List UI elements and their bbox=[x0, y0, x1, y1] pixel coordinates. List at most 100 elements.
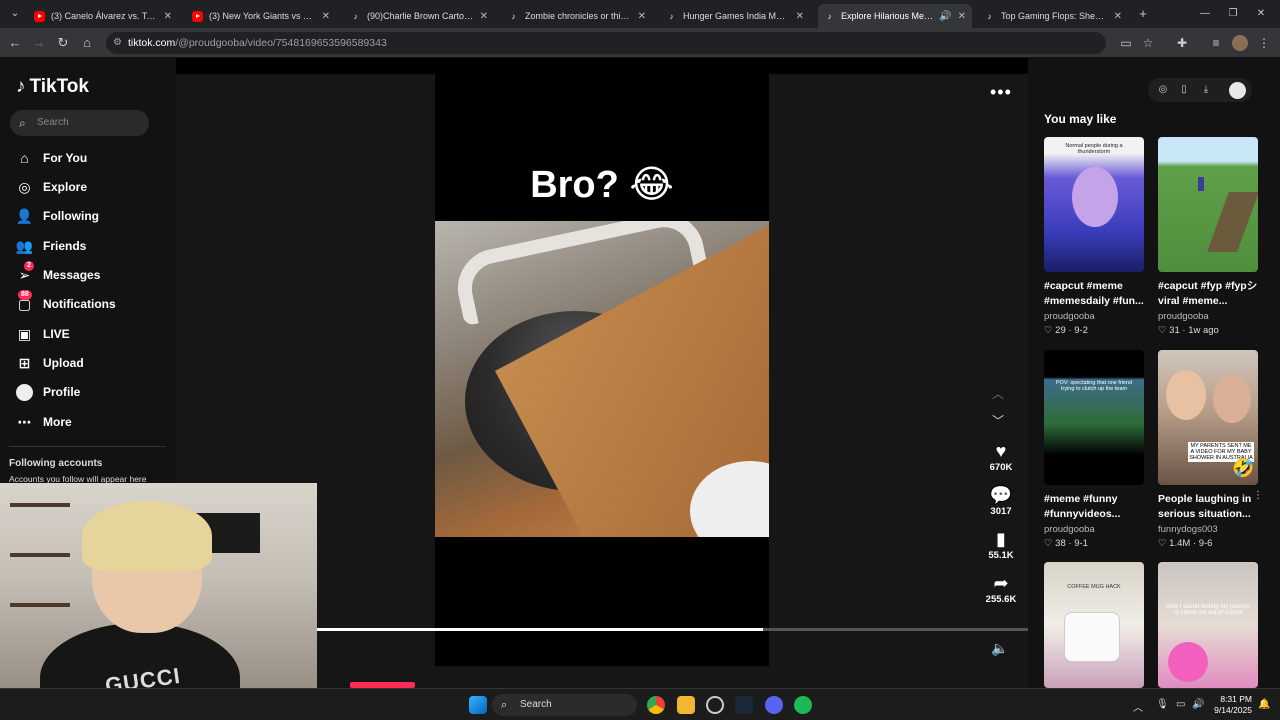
chevron-up-icon[interactable]: ︿ bbox=[992, 385, 1004, 402]
close-icon[interactable]: ✕ bbox=[796, 11, 804, 22]
back-icon[interactable]: ← bbox=[6, 34, 24, 52]
sidebar-item-profile[interactable]: Profile bbox=[16, 381, 80, 403]
forward-icon[interactable]: → bbox=[30, 34, 48, 52]
home-icon[interactable]: ⌂ bbox=[78, 34, 96, 52]
recommended-video-card[interactable]: MY PARENTS SENT ME A VIDEO FOR MY BABY S… bbox=[1158, 350, 1263, 549]
close-icon[interactable]: ✕ bbox=[638, 11, 646, 22]
video-frame-image[interactable] bbox=[435, 221, 769, 537]
search-icon: ⌕ bbox=[19, 116, 26, 130]
recommended-video-card[interactable]: How I sound texting my parents to check … bbox=[1158, 562, 1260, 688]
comment-button[interactable]: 💬 3017 bbox=[983, 484, 1019, 517]
video-thumbnail: POV: spectating that one friend trying t… bbox=[1044, 350, 1144, 485]
sidebar-item-live[interactable]: ▣ LIVE bbox=[16, 323, 70, 345]
sidebar-item-more[interactable]: ⋯ More bbox=[16, 411, 72, 433]
taskbar-search[interactable]: ⌕ Search bbox=[492, 694, 637, 716]
like-button[interactable]: ♥ 670K bbox=[983, 440, 1019, 473]
browser-tab[interactable]: ♪Top Gaming Flops: Shenmue, S✕ bbox=[978, 4, 1128, 28]
address-bar-row: ← → ↻ ⌂ ⚙ tiktok.com/@proudgooba/video/7… bbox=[0, 28, 1280, 58]
close-icon[interactable]: ✕ bbox=[164, 11, 172, 22]
tiktok-icon: ♪ bbox=[511, 11, 516, 21]
browser-tab[interactable]: (3) Canelo Álvarez vs. Terence C✕ bbox=[28, 4, 178, 28]
sidebar-item-messages[interactable]: ➢ 2 Messages bbox=[16, 260, 100, 286]
browser-tab[interactable]: ♪Zombie chronicles or this #zom✕ bbox=[502, 4, 652, 28]
recommended-video-card[interactable]: COFFEE MUG HACK bbox=[1044, 562, 1146, 688]
file-explorer-icon[interactable] bbox=[677, 696, 695, 714]
volume-icon[interactable]: 🔈 bbox=[991, 640, 1008, 657]
laughing-emoji-icon: 🤣 bbox=[1232, 458, 1255, 478]
network-icon[interactable]: ▭ bbox=[1176, 699, 1185, 710]
video-thumbnail: COFFEE MUG HACK bbox=[1044, 562, 1144, 688]
speaker-icon[interactable]: 🔊 bbox=[939, 11, 951, 22]
heart-icon: ♡ bbox=[1158, 325, 1170, 336]
discord-icon[interactable] bbox=[765, 696, 783, 714]
webcam-overlay: GUCCI bbox=[0, 483, 317, 720]
search-input[interactable]: ⌕ Search bbox=[10, 110, 149, 136]
sidebar-item-upload[interactable]: ⊞ Upload bbox=[16, 352, 84, 374]
sidebar-item-explore[interactable]: ◎ Explore bbox=[16, 176, 87, 198]
steam-icon[interactable] bbox=[735, 696, 753, 714]
url-field[interactable]: ⚙ tiktok.com/@proudgooba/video/754816965… bbox=[106, 32, 1106, 54]
notification-bell-icon[interactable]: 🔔 bbox=[1258, 699, 1270, 710]
extensions-icon[interactable]: ✚ bbox=[1174, 35, 1190, 51]
browser-tab[interactable]: ♪(90)Charlie Brown Cartoon Edit✕ bbox=[344, 4, 494, 28]
device-icon[interactable]: ▯ bbox=[1177, 83, 1191, 97]
volume-icon[interactable]: 🔊 bbox=[1192, 699, 1204, 710]
recommended-video-card[interactable]: #capcut #fyp #fypシ viral #meme... proudg… bbox=[1158, 137, 1260, 336]
maximize-icon[interactable]: ❐ bbox=[1224, 5, 1242, 23]
sidebar-item-following[interactable]: 👤 Following bbox=[16, 205, 99, 227]
save-button[interactable]: ▮ 55.1K bbox=[983, 528, 1019, 561]
reading-list-icon[interactable]: ≡ bbox=[1208, 35, 1224, 51]
recommended-video-card[interactable]: Normal people during a thunderstorm #cap… bbox=[1044, 137, 1146, 336]
chrome-icon[interactable] bbox=[647, 696, 665, 714]
close-icon[interactable]: ✕ bbox=[322, 11, 330, 22]
notifications-badge: 88 bbox=[18, 289, 32, 300]
close-icon[interactable]: ✕ bbox=[958, 11, 966, 22]
profile-avatar-icon[interactable] bbox=[1232, 35, 1248, 51]
menu-icon[interactable]: ⋮ bbox=[1256, 35, 1272, 51]
close-icon[interactable]: ✕ bbox=[1114, 11, 1122, 22]
share-button[interactable]: ➦ 255.6K bbox=[983, 572, 1019, 605]
bookmark-icon: ▮ bbox=[996, 529, 1006, 549]
minimize-icon[interactable]: — bbox=[1196, 5, 1214, 23]
browser-tab[interactable]: ♪Hunger Games India Meme: Fu✕ bbox=[660, 4, 810, 28]
card-more-icon[interactable]: ⋮ bbox=[1253, 490, 1263, 501]
window-close-icon[interactable]: ✕ bbox=[1252, 5, 1270, 23]
windows-start-icon[interactable] bbox=[469, 696, 487, 714]
download-icon[interactable]: ⤓ bbox=[1199, 83, 1213, 97]
coin-icon[interactable]: ◎ bbox=[1156, 83, 1170, 97]
tray-chevron-icon[interactable]: ︿ bbox=[1133, 699, 1143, 714]
reload-icon[interactable]: ↻ bbox=[54, 34, 72, 52]
browser-tab-bar: ⌄ (3) Canelo Álvarez vs. Terence C✕ (3) … bbox=[0, 0, 1280, 28]
video-thumbnail: How I sound texting my parents to check … bbox=[1158, 562, 1258, 688]
sidebar-item-for-you[interactable]: ⌂ For You bbox=[16, 147, 87, 169]
cast-icon[interactable]: ▭ bbox=[1118, 35, 1134, 51]
spotify-icon[interactable] bbox=[794, 696, 812, 714]
tiktok-icon: ♪ bbox=[987, 11, 992, 21]
video-thumbnail: Normal people during a thunderstorm bbox=[1044, 137, 1144, 272]
bookmark-star-icon[interactable]: ☆ bbox=[1140, 35, 1156, 51]
browser-tab[interactable]: (3) New York Giants vs Dallas C✕ bbox=[186, 4, 336, 28]
close-icon[interactable]: ✕ bbox=[480, 11, 488, 22]
microphone-icon[interactable]: 🎙 bbox=[1156, 699, 1169, 710]
more-icon: ⋯ bbox=[17, 413, 32, 430]
chevron-down-icon[interactable]: ﹀ bbox=[992, 412, 1004, 429]
heart-icon: ♥ bbox=[995, 441, 1007, 461]
comment-count: 3017 bbox=[990, 506, 1012, 517]
sidebar-item-friends[interactable]: 👥 Friends bbox=[16, 235, 87, 257]
following-accounts-heading: Following accounts bbox=[9, 458, 103, 469]
send-icon: ➢ 2 bbox=[16, 260, 34, 284]
system-clock[interactable]: 8:31 PM 9/14/2025 bbox=[1208, 694, 1252, 716]
more-options-icon[interactable]: ••• bbox=[990, 82, 1012, 103]
site-info-icon[interactable]: ⚙ bbox=[113, 32, 122, 54]
share-icon: ➦ bbox=[993, 573, 1009, 593]
recommended-video-card[interactable]: POV: spectating that one friend trying t… bbox=[1044, 350, 1146, 549]
tab-search-icon[interactable]: ⌄ bbox=[6, 5, 24, 23]
sidebar-item-notifications[interactable]: ▢ 88 Notifications bbox=[16, 289, 116, 315]
browser-tab-active[interactable]: ♪Explore Hilarious Memes ar🔊✕ bbox=[818, 4, 972, 28]
new-tab-icon[interactable]: + bbox=[1134, 5, 1152, 23]
user-avatar[interactable] bbox=[1229, 82, 1246, 99]
tiktok-logo[interactable]: ♪ TikTok bbox=[16, 76, 89, 98]
app-icon[interactable] bbox=[706, 696, 724, 714]
heart-icon: ♡ bbox=[1044, 325, 1056, 336]
heart-icon: ♡ bbox=[1044, 538, 1056, 549]
